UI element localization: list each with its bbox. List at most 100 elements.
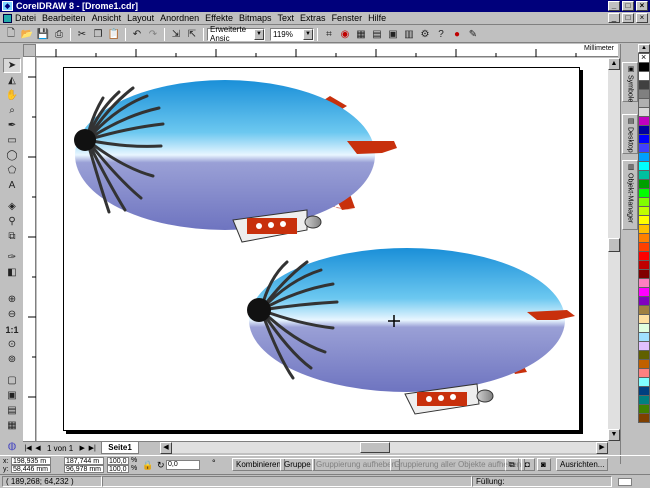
menu-text[interactable]: Text bbox=[275, 13, 298, 23]
export-icon[interactable]: ⇱ bbox=[184, 27, 200, 42]
combine-button[interactable]: Kombinieren bbox=[232, 458, 285, 471]
x-position-field[interactable]: 198,935 m bbox=[11, 457, 51, 465]
horizontal-scrollbar[interactable]: ◀ ▶ bbox=[160, 441, 608, 454]
menu-ansicht[interactable]: Ansicht bbox=[89, 13, 125, 23]
maximize-button[interactable]: □ bbox=[622, 1, 634, 11]
blend-tool-icon[interactable]: ⧉ bbox=[3, 229, 21, 244]
doc-minimize-button[interactable]: _ bbox=[608, 13, 620, 23]
y-position-field[interactable]: 58,446 mm bbox=[11, 465, 51, 473]
scrapbook-icon[interactable]: ▦ bbox=[353, 27, 369, 42]
width-field[interactable]: 187,744 m bbox=[64, 457, 104, 465]
symbols-icon[interactable]: ▤ bbox=[369, 27, 385, 42]
zoom-height-icon[interactable]: ▤ bbox=[3, 403, 21, 418]
page-tab-seite1[interactable]: Seite1 bbox=[101, 442, 139, 454]
no-fill-swatch[interactable]: × bbox=[638, 52, 650, 63]
outline-tool-icon[interactable]: ✑ bbox=[3, 250, 21, 265]
document-icon[interactable] bbox=[3, 13, 12, 23]
prev-page-icon[interactable]: ◀ bbox=[33, 443, 43, 454]
scroll-up-icon[interactable]: ▲ bbox=[608, 58, 620, 70]
vertical-ruler[interactable] bbox=[23, 57, 36, 441]
save-icon[interactable]: 💾 bbox=[35, 27, 51, 42]
menu-fenster[interactable]: Fenster bbox=[329, 13, 366, 23]
menu-effekte[interactable]: Effekte bbox=[202, 13, 236, 23]
intersect-icon[interactable]: ◙ bbox=[537, 458, 551, 471]
chevron-down-icon[interactable]: ▼ bbox=[254, 28, 264, 40]
close-button[interactable]: × bbox=[636, 1, 648, 11]
redo-icon[interactable]: ↷ bbox=[145, 27, 161, 42]
zoom-out-icon[interactable]: ⊖ bbox=[3, 307, 21, 322]
eyedropper-icon[interactable]: ⚲ bbox=[3, 214, 21, 229]
scroll-left-icon[interactable]: ◀ bbox=[160, 442, 172, 454]
menu-bearbeiten[interactable]: Bearbeiten bbox=[39, 13, 89, 23]
zoom-select[interactable]: 119% ▼ bbox=[270, 27, 314, 41]
docker-tab-symbole[interactable]: ▣ Symbole bbox=[622, 62, 638, 102]
menu-datei[interactable]: Datei bbox=[0, 13, 39, 23]
zoom-selected-icon[interactable]: ⊙ bbox=[3, 337, 21, 352]
height-field[interactable]: 96,978 mm bbox=[64, 465, 104, 473]
scale-x-field[interactable]: 100,0 bbox=[107, 457, 129, 465]
ruler-origin[interactable] bbox=[23, 44, 36, 57]
undo-icon[interactable]: ↶ bbox=[129, 27, 145, 42]
blimp-artwork[interactable] bbox=[37, 58, 608, 441]
scale-y-field[interactable]: 100,0 bbox=[107, 465, 129, 473]
menu-hilfe[interactable]: Hilfe bbox=[365, 13, 389, 23]
print-icon[interactable]: ⎙ bbox=[51, 27, 67, 42]
paste-icon[interactable]: 📋 bbox=[106, 27, 122, 42]
lock-ratio-icon[interactable]: 🔒 bbox=[142, 460, 153, 471]
horizontal-ruler[interactable]: Millimeter bbox=[36, 44, 618, 57]
scroll-down-icon[interactable]: ▼ bbox=[608, 429, 620, 441]
whats-this-icon[interactable]: ? bbox=[433, 27, 449, 42]
zoom-tool-icon[interactable]: ⌕ bbox=[3, 103, 21, 118]
corel-apple-icon[interactable]: ● bbox=[449, 27, 465, 42]
vertical-scroll-thumb[interactable] bbox=[608, 238, 620, 252]
pan-tool-icon[interactable]: ▦ bbox=[3, 418, 21, 433]
application-launcher-icon[interactable]: ◉ bbox=[337, 27, 353, 42]
zoom-in-icon[interactable]: ⊕ bbox=[3, 292, 21, 307]
doc-close-button[interactable]: × bbox=[636, 13, 648, 23]
freehand-tool-icon[interactable]: ✋ bbox=[3, 88, 21, 103]
minimize-button[interactable]: _ bbox=[608, 1, 620, 11]
rectangle-tool-icon[interactable]: ▭ bbox=[3, 133, 21, 148]
fill-tool-icon[interactable]: ◧ bbox=[3, 265, 21, 280]
blimp-large[interactable] bbox=[74, 80, 397, 243]
new-file-icon[interactable]: 🗋 bbox=[3, 27, 19, 42]
object-manager-icon[interactable]: ▣ bbox=[385, 27, 401, 42]
first-page-icon[interactable]: |◀ bbox=[23, 443, 33, 454]
ungroup-button[interactable]: Gruppierung aufheben bbox=[312, 458, 401, 471]
ellipse-tool-icon[interactable]: ◯ bbox=[3, 148, 21, 163]
next-page-icon[interactable]: ▶ bbox=[77, 443, 87, 454]
horizontal-scroll-thumb[interactable] bbox=[360, 442, 390, 453]
menu-extras[interactable]: Extras bbox=[297, 13, 329, 23]
pick-tool-icon[interactable]: ➤ bbox=[3, 58, 21, 73]
menu-layout[interactable]: Layout bbox=[124, 13, 157, 23]
zoom-width-icon[interactable]: ▣ bbox=[3, 388, 21, 403]
copy-icon[interactable]: ❐ bbox=[90, 27, 106, 42]
zoom-page-icon[interactable]: ▢ bbox=[3, 373, 21, 388]
zoom-actual-size-icon[interactable]: 1:1 bbox=[3, 322, 21, 337]
zoom-all-objects-icon[interactable]: ⊚ bbox=[3, 352, 21, 367]
menu-bitmaps[interactable]: Bitmaps bbox=[236, 13, 275, 23]
trim-icon[interactable]: ◘ bbox=[521, 458, 535, 471]
import-icon[interactable]: ⇲ bbox=[168, 27, 184, 42]
doc-restore-button[interactable]: □ bbox=[622, 13, 634, 23]
shape-tool-icon[interactable]: ◭ bbox=[3, 73, 21, 88]
interactive-fill-icon[interactable]: ◈ bbox=[3, 199, 21, 214]
script-icon[interactable]: ▥ bbox=[401, 27, 417, 42]
internet-object-icon[interactable]: ◍ bbox=[3, 439, 21, 454]
pen-tool-icon[interactable]: ✒ bbox=[3, 118, 21, 133]
wireframe-icon[interactable]: ⌗ bbox=[321, 27, 337, 42]
align-button[interactable]: Ausrichten... bbox=[556, 458, 609, 471]
menu-anordnen[interactable]: Anordnen bbox=[157, 13, 202, 23]
chevron-down-icon[interactable]: ▼ bbox=[303, 28, 313, 40]
last-page-icon[interactable]: ▶| bbox=[87, 443, 97, 454]
text-tool-icon[interactable]: A bbox=[3, 178, 21, 193]
blimp-small[interactable] bbox=[247, 248, 575, 415]
color-swatch[interactable] bbox=[638, 413, 650, 423]
options-icon[interactable]: ⚙ bbox=[417, 27, 433, 42]
group-button[interactable]: Gruppe bbox=[280, 458, 315, 471]
polygon-tool-icon[interactable]: ⬠ bbox=[3, 163, 21, 178]
docker-tab-desktop[interactable]: ▤ Desktop bbox=[622, 114, 638, 154]
app-icon[interactable]: ◆ bbox=[2, 1, 13, 11]
scroll-right-icon[interactable]: ▶ bbox=[596, 442, 608, 454]
view-mode-select[interactable]: Erweiterte Ansic ▼ bbox=[207, 25, 265, 43]
